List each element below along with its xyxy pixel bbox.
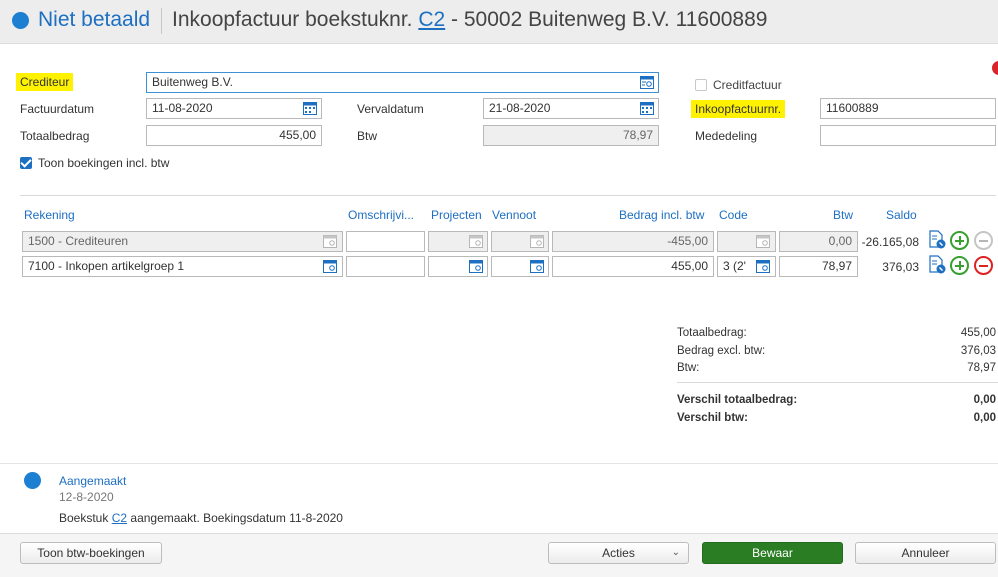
toon-incl-btw-label: Toon boekingen incl. btw: [38, 156, 170, 170]
verschil-totaal-label: Verschil totaalbedrag:: [677, 394, 798, 406]
title-prefix: Inkoopfactuur boekstuknr.: [172, 8, 413, 31]
btw-input: 78,97: [483, 125, 659, 146]
inkoopfactuurnr-label: Inkoopfactuurnr.: [691, 100, 786, 118]
totals-totaalbedrag-value: 455,00: [960, 327, 996, 339]
btw-input: 0,00: [779, 231, 858, 252]
rekening-input[interactable]: 7100 - Inkopen artikelgroep 1: [22, 256, 343, 277]
crediteur-input[interactable]: Buitenweg B.V.: [146, 72, 659, 93]
history-doc-link[interactable]: C2: [112, 511, 127, 525]
history-event: Aangemaakt: [59, 474, 127, 488]
omschrijving-input[interactable]: [346, 231, 425, 252]
status-indicator-icon: [12, 12, 29, 29]
lookup-icon[interactable]: [323, 260, 337, 273]
mededeling-label: Mededeling: [695, 129, 758, 143]
col-bedrag[interactable]: Bedrag incl. btw: [619, 208, 704, 222]
omschrijving-input[interactable]: [346, 256, 425, 277]
timeline-dot-icon: [24, 472, 41, 489]
toon-incl-btw-checkbox[interactable]: [20, 157, 32, 169]
verschil-totaal-value: 0,00: [973, 394, 996, 406]
totals-divider: [677, 382, 998, 383]
lookup-icon: [756, 235, 770, 248]
totals-excl-value: 376,03: [960, 345, 996, 357]
history-text: Boekstuk C2 aangemaakt. Boekingsdatum 11…: [59, 511, 343, 525]
col-omschrijving[interactable]: Omschrijvi...: [348, 208, 414, 222]
creditfactuur-label: Creditfactuur: [713, 78, 782, 92]
page-header: Niet betaald Inkoopfactuur boekstuknr. C…: [0, 0, 998, 44]
btw-label: Btw: [357, 129, 378, 143]
col-rekening[interactable]: Rekening: [24, 208, 75, 222]
remove-line-icon: [974, 231, 993, 250]
col-btw[interactable]: Btw: [833, 208, 853, 222]
totaalbedrag-label: Totaalbedrag: [20, 129, 90, 143]
remove-line-icon[interactable]: [974, 256, 993, 275]
btw-input[interactable]: 78,97: [779, 256, 858, 277]
saldo-value: 376,03: [882, 260, 919, 274]
payment-status: Niet betaald: [38, 8, 151, 31]
vervaldatum-input[interactable]: 21-08-2020: [483, 98, 659, 119]
totals-totaalbedrag-label: Totaalbedrag:: [677, 327, 747, 339]
crediteur-label: Crediteur: [16, 73, 74, 91]
col-code[interactable]: Code: [719, 208, 748, 222]
document-lookup-icon[interactable]: [927, 255, 947, 275]
document-lookup-icon[interactable]: [927, 230, 947, 250]
lookup-icon: [323, 235, 337, 248]
toon-btw-boekingen-button[interactable]: Toon btw-boekingen: [20, 542, 162, 564]
col-projecten[interactable]: Projecten: [431, 208, 482, 222]
lookup-icon[interactable]: [469, 260, 483, 273]
acties-dropdown[interactable]: Acties ⌄: [548, 542, 689, 564]
page-title: Inkoopfactuur boekstuknr. C2 - 50002 Bui…: [172, 8, 767, 32]
factuurdatum-label: Factuurdatum: [20, 102, 95, 116]
inkoopfactuurnr-input[interactable]: 11600889: [820, 98, 996, 119]
mededeling-input[interactable]: [820, 125, 996, 146]
bedrag-input: -455,00: [552, 231, 714, 252]
totals-btw-label: Btw:: [677, 362, 700, 374]
col-vennoot[interactable]: Vennoot: [492, 208, 536, 222]
title-suffix: - 50002 Buitenweg B.V. 11600889: [451, 8, 768, 31]
add-line-icon[interactable]: [950, 256, 969, 275]
lookup-icon: [530, 235, 544, 248]
totals-btw-value: 78,97: [967, 362, 996, 374]
add-line-icon[interactable]: [950, 231, 969, 250]
doc-number-link[interactable]: C2: [418, 8, 445, 31]
lookup-icon[interactable]: [640, 76, 654, 89]
notification-dot-icon[interactable]: [992, 61, 998, 75]
bedrag-input[interactable]: 455,00: [552, 256, 714, 277]
lookup-icon[interactable]: [530, 260, 544, 273]
history-divider: [0, 463, 998, 464]
calendar-icon[interactable]: [303, 101, 317, 115]
annuleer-button[interactable]: Annuleer: [855, 542, 996, 564]
chevron-down-icon: ⌄: [671, 547, 680, 558]
factuurdatum-input[interactable]: 11-08-2020: [146, 98, 322, 119]
totals-excl-label: Bedrag excl. btw:: [677, 345, 766, 357]
vervaldatum-label: Vervaldatum: [357, 102, 424, 116]
totaalbedrag-input[interactable]: 455,00: [146, 125, 322, 146]
lookup-icon[interactable]: [756, 260, 770, 273]
section-divider: [20, 195, 996, 196]
lookup-icon: [469, 235, 483, 248]
col-saldo[interactable]: Saldo: [886, 208, 917, 222]
bewaar-button[interactable]: Bewaar: [702, 542, 843, 564]
creditfactuur-checkbox[interactable]: [695, 79, 707, 91]
header-separator: [161, 8, 162, 34]
history-date: 12-8-2020: [59, 490, 114, 504]
acties-label: Acties: [602, 546, 635, 560]
calendar-icon[interactable]: [640, 101, 654, 115]
verschil-btw-value: 0,00: [973, 412, 996, 424]
verschil-btw-label: Verschil btw:: [677, 412, 748, 424]
rekening-input: 1500 - Crediteuren: [22, 231, 343, 252]
saldo-value: -26.165,08: [861, 235, 919, 249]
